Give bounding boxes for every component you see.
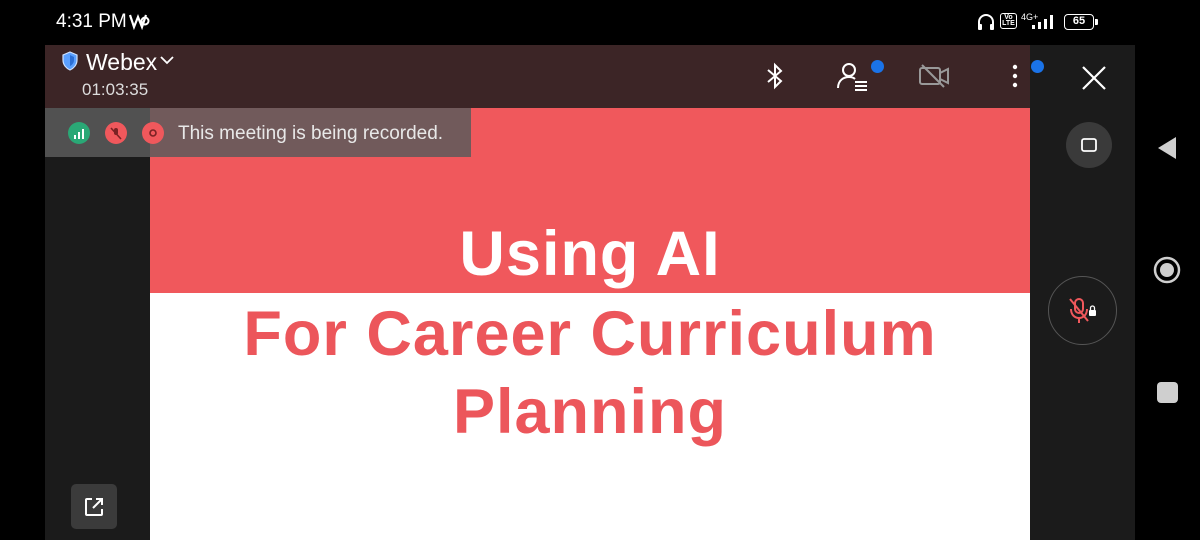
home-icon[interactable]: [1153, 256, 1181, 284]
app-notification-icon: [128, 14, 150, 30]
slide-subtitle-line1: For Career Curriculum: [243, 299, 937, 369]
square-icon: [1081, 138, 1097, 152]
bluetooth-button[interactable]: [758, 59, 792, 93]
recent-apps-icon[interactable]: [1157, 382, 1178, 403]
share-button[interactable]: [71, 484, 117, 529]
recording-notice: This meeting is being recorded.: [178, 123, 444, 144]
signal-icon: [1032, 15, 1053, 29]
bluetooth-icon: [767, 62, 783, 90]
headset-icon: [978, 14, 994, 30]
battery-indicator: 65: [1064, 14, 1094, 30]
battery-cap: [1095, 19, 1098, 25]
share-icon: [85, 497, 103, 516]
slide-title: Using AI: [459, 219, 721, 289]
participants-button[interactable]: [836, 59, 870, 93]
more-vertical-icon: [1012, 64, 1018, 88]
slide-subtitle-line2: Planning: [453, 377, 727, 447]
more-notification-dot: [1031, 60, 1044, 73]
recording-icon[interactable]: [142, 122, 164, 144]
video-off-icon: [919, 64, 949, 88]
minimize-window-button[interactable]: [1066, 122, 1112, 168]
participants-icon: [837, 63, 867, 91]
video-toggle-button[interactable]: [917, 59, 951, 93]
meeting-header: Webex 01:03:35: [45, 45, 1030, 108]
close-icon[interactable]: [1075, 59, 1113, 97]
mic-muted-icon: [1068, 297, 1096, 323]
system-nav-bar: [1135, 45, 1200, 540]
shield-icon: [62, 51, 78, 71]
participants-notification-dot: [871, 60, 884, 73]
more-options-button[interactable]: [998, 59, 1032, 93]
meeting-timer: 01:03:35: [82, 80, 149, 99]
network-quality-icon[interactable]: [68, 122, 90, 144]
volte-icon: Vo LTE: [1000, 13, 1017, 29]
mic-muted-status-icon[interactable]: [105, 122, 127, 144]
webex-meeting-window: Webex 01:03:35 Using AI For Career Curri…: [45, 45, 1135, 540]
recording-banner: This meeting is being recorded.: [45, 108, 471, 157]
status-bar: 4:31 PM Vo LTE 4G+ 65: [0, 0, 1200, 45]
status-time: 4:31 PM: [56, 11, 127, 32]
mute-button[interactable]: [1048, 276, 1117, 345]
meeting-title[interactable]: Webex: [86, 49, 157, 76]
chevron-down-icon[interactable]: [159, 54, 175, 66]
back-icon[interactable]: [1156, 135, 1178, 161]
shared-slide: Using AI For Career Curriculum Planning: [150, 108, 1030, 540]
